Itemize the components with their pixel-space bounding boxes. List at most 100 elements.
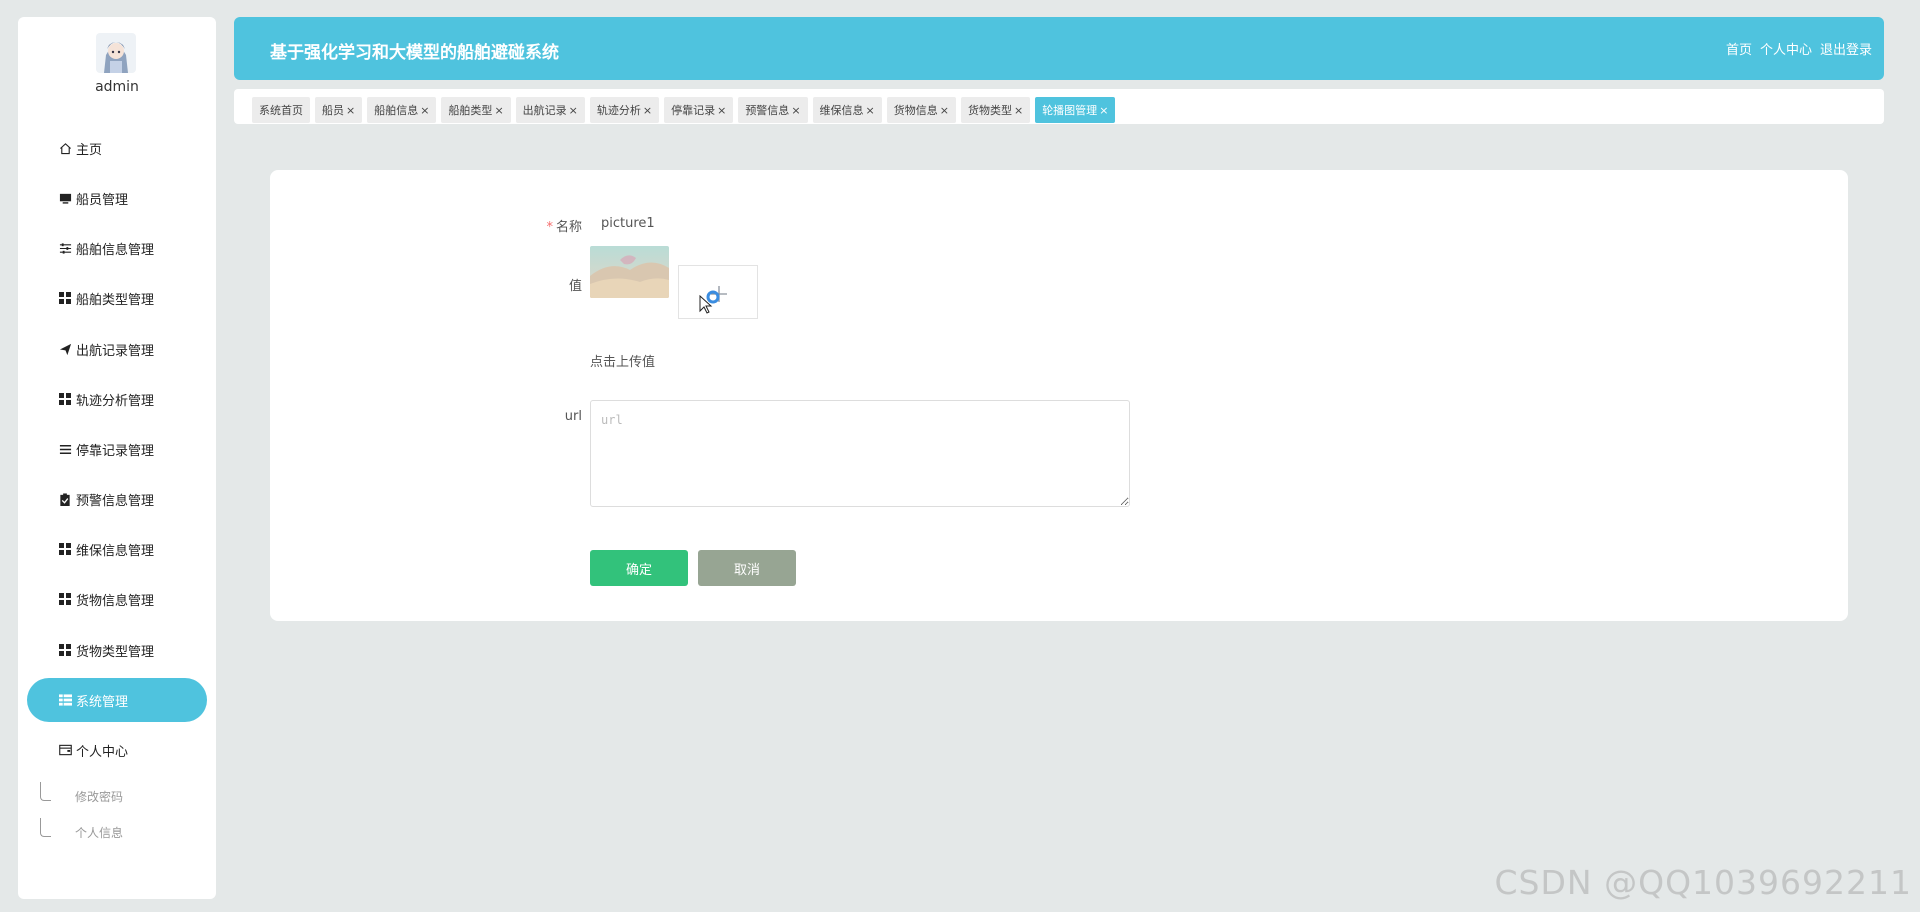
url-label: url [564,409,582,424]
sidebar-item-label: 个人中心 [76,744,129,760]
username: admin [95,79,139,95]
url-textarea[interactable] [590,400,1130,507]
wallet-icon [58,743,72,757]
tab-label: 轮播图管理 [1042,104,1098,117]
table-icon [58,693,72,707]
sidebar-item-label: 系统管理 [76,694,129,710]
name-value: picture1 [601,216,655,231]
tab-item[interactable]: 出航记录 × [515,97,585,123]
close-icon[interactable]: × [940,104,949,117]
sidebar-subitem-change-password[interactable]: 修改密码 [40,781,123,811]
sidebar-item-ship-info[interactable]: 船舶信息管理 [27,226,207,270]
tab-item[interactable]: 船舶信息 × [367,97,437,123]
close-icon[interactable]: × [569,104,578,117]
upload-hint: 点击上传值 [590,355,656,370]
top-header: 基于强化学习和大模型的船舶避碰系统 首页 个人中心 退出登录 [234,17,1884,80]
close-icon[interactable]: × [494,104,503,117]
home-icon [58,141,72,155]
tab-item[interactable]: 轮播图管理 × [1035,97,1116,123]
confirm-button[interactable]: 确定 [590,550,688,586]
tab-label: 轨迹分析 [596,104,641,117]
sidebar-item-label: 停靠记录管理 [76,443,155,459]
sidebar-item-home[interactable]: 主页 [27,126,207,170]
header-link-home[interactable]: 首页 [1726,39,1752,58]
sidebar-item-berth[interactable]: 停靠记录管理 [27,427,207,471]
sidebar-item-label: 轨迹分析管理 [76,393,155,409]
sidebar-subitem-personal-info[interactable]: 个人信息 [40,817,123,847]
tab-bar: 系统首页 船员 × 船舶信息 × 船舶类型 × 出航记录 × 轨迹分析 × 停靠记录 × 预警信息 × 维保信… [234,89,1884,124]
sidebar-item-warning[interactable]: 预警信息管理 [27,477,207,521]
clipboard-icon [58,492,72,506]
close-icon[interactable]: × [643,104,652,117]
close-icon[interactable]: × [717,104,726,117]
grid-icon [58,643,72,657]
value-label: 值 [568,279,582,294]
header-links: 首页 个人中心 退出登录 [1726,39,1872,58]
close-icon[interactable]: × [866,104,875,117]
sidebar-item-label: 主页 [76,142,103,158]
sidebar-item-label: 货物信息管理 [76,593,155,609]
uploaded-image-thumbnail[interactable] [590,246,669,298]
watermark: CSDN @QQ1039692211 [1494,863,1912,902]
sidebar-item-label: 船舶类型管理 [76,292,155,308]
sidebar-subitem-label: 个人信息 [75,825,124,840]
tab-item[interactable]: 船员 × [315,97,363,123]
tree-line [40,781,51,801]
close-icon[interactable]: × [346,104,355,117]
required-mark: * [546,220,553,235]
sidebar-item-label: 出航记录管理 [76,343,155,359]
tab-item[interactable]: 货物信息 × [886,97,956,123]
grid-icon [58,291,72,305]
tab-label: 船舶信息 [374,104,419,117]
close-icon[interactable]: × [420,104,429,117]
tree-line [40,817,51,837]
sidebar-item-maintenance[interactable]: 维保信息管理 [27,527,207,571]
tab-label: 货物类型 [967,104,1012,117]
sidebar-item-cargo-type[interactable]: 货物类型管理 [27,628,207,672]
sidebar-item-label: 货物类型管理 [76,644,155,660]
sidebar-item-voyage[interactable]: 出航记录管理 [27,327,207,371]
tab-item[interactable]: 停靠记录 × [664,97,734,123]
sidebar-item-track[interactable]: 轨迹分析管理 [27,377,207,421]
tab-label: 预警信息 [745,104,790,117]
sidebar-item-cargo-info[interactable]: 货物信息管理 [27,577,207,621]
tab-item[interactable]: 系统首页 [252,97,310,123]
sidebar-item-label: 船舶信息管理 [76,242,155,258]
tab-label: 停靠记录 [671,104,716,117]
sidebar-item-crew[interactable]: 船员管理 [27,176,207,220]
tab-label: 系统首页 [259,104,303,117]
tab-label: 船员 [322,104,344,117]
tab-label: 出航记录 [522,104,567,117]
avatar[interactable] [96,33,136,73]
sidebar: admin 主页 船员管理 船舶信息管理 船舶类型管理 出航记录管理 轨迹分析管… [18,17,216,899]
sidebar-item-profile[interactable]: 个人中心 [27,728,207,772]
close-icon[interactable]: × [791,104,800,117]
form-card: *名称 picture1 值 点击上传值 url 确定 取消 [270,170,1848,621]
grid-icon [58,592,72,606]
tab-item[interactable]: 维保信息 × [812,97,882,123]
sidebar-item-label: 船员管理 [76,192,129,208]
header-link-logout[interactable]: 退出登录 [1820,39,1872,58]
monitor-icon [58,191,72,205]
name-label: * 名称 [546,220,582,235]
tab-item[interactable]: 船舶类型 × [441,97,511,123]
sidebar-item-ship-type[interactable]: 船舶类型管理 [27,276,207,320]
sidebar-item-system[interactable]: 系统管理 [27,678,207,722]
plus-icon [699,286,727,314]
tabs: 系统首页 船员 × 船舶信息 × 船舶类型 × 出航记录 × 轨迹分析 × 停靠记录 × 预警信息 × 维保信… [252,97,1116,123]
grid-icon [58,542,72,556]
tab-label: 维保信息 [819,104,864,117]
tab-item[interactable]: 轨迹分析 × [589,97,660,123]
list-icon [58,442,72,456]
close-icon[interactable]: × [1014,104,1023,117]
close-icon[interactable]: × [1099,104,1108,117]
tab-label: 船舶类型 [448,104,493,117]
app-title: 基于强化学习和大模型的船舶避碰系统 [270,43,559,63]
cancel-button[interactable]: 取消 [698,550,796,586]
upload-button[interactable] [678,265,758,319]
sidebar-item-label: 维保信息管理 [76,543,155,559]
header-link-profile[interactable]: 个人中心 [1760,39,1812,58]
grid-icon [58,392,72,406]
tab-item[interactable]: 预警信息 × [738,97,808,123]
tab-item[interactable]: 货物类型 × [960,97,1031,123]
